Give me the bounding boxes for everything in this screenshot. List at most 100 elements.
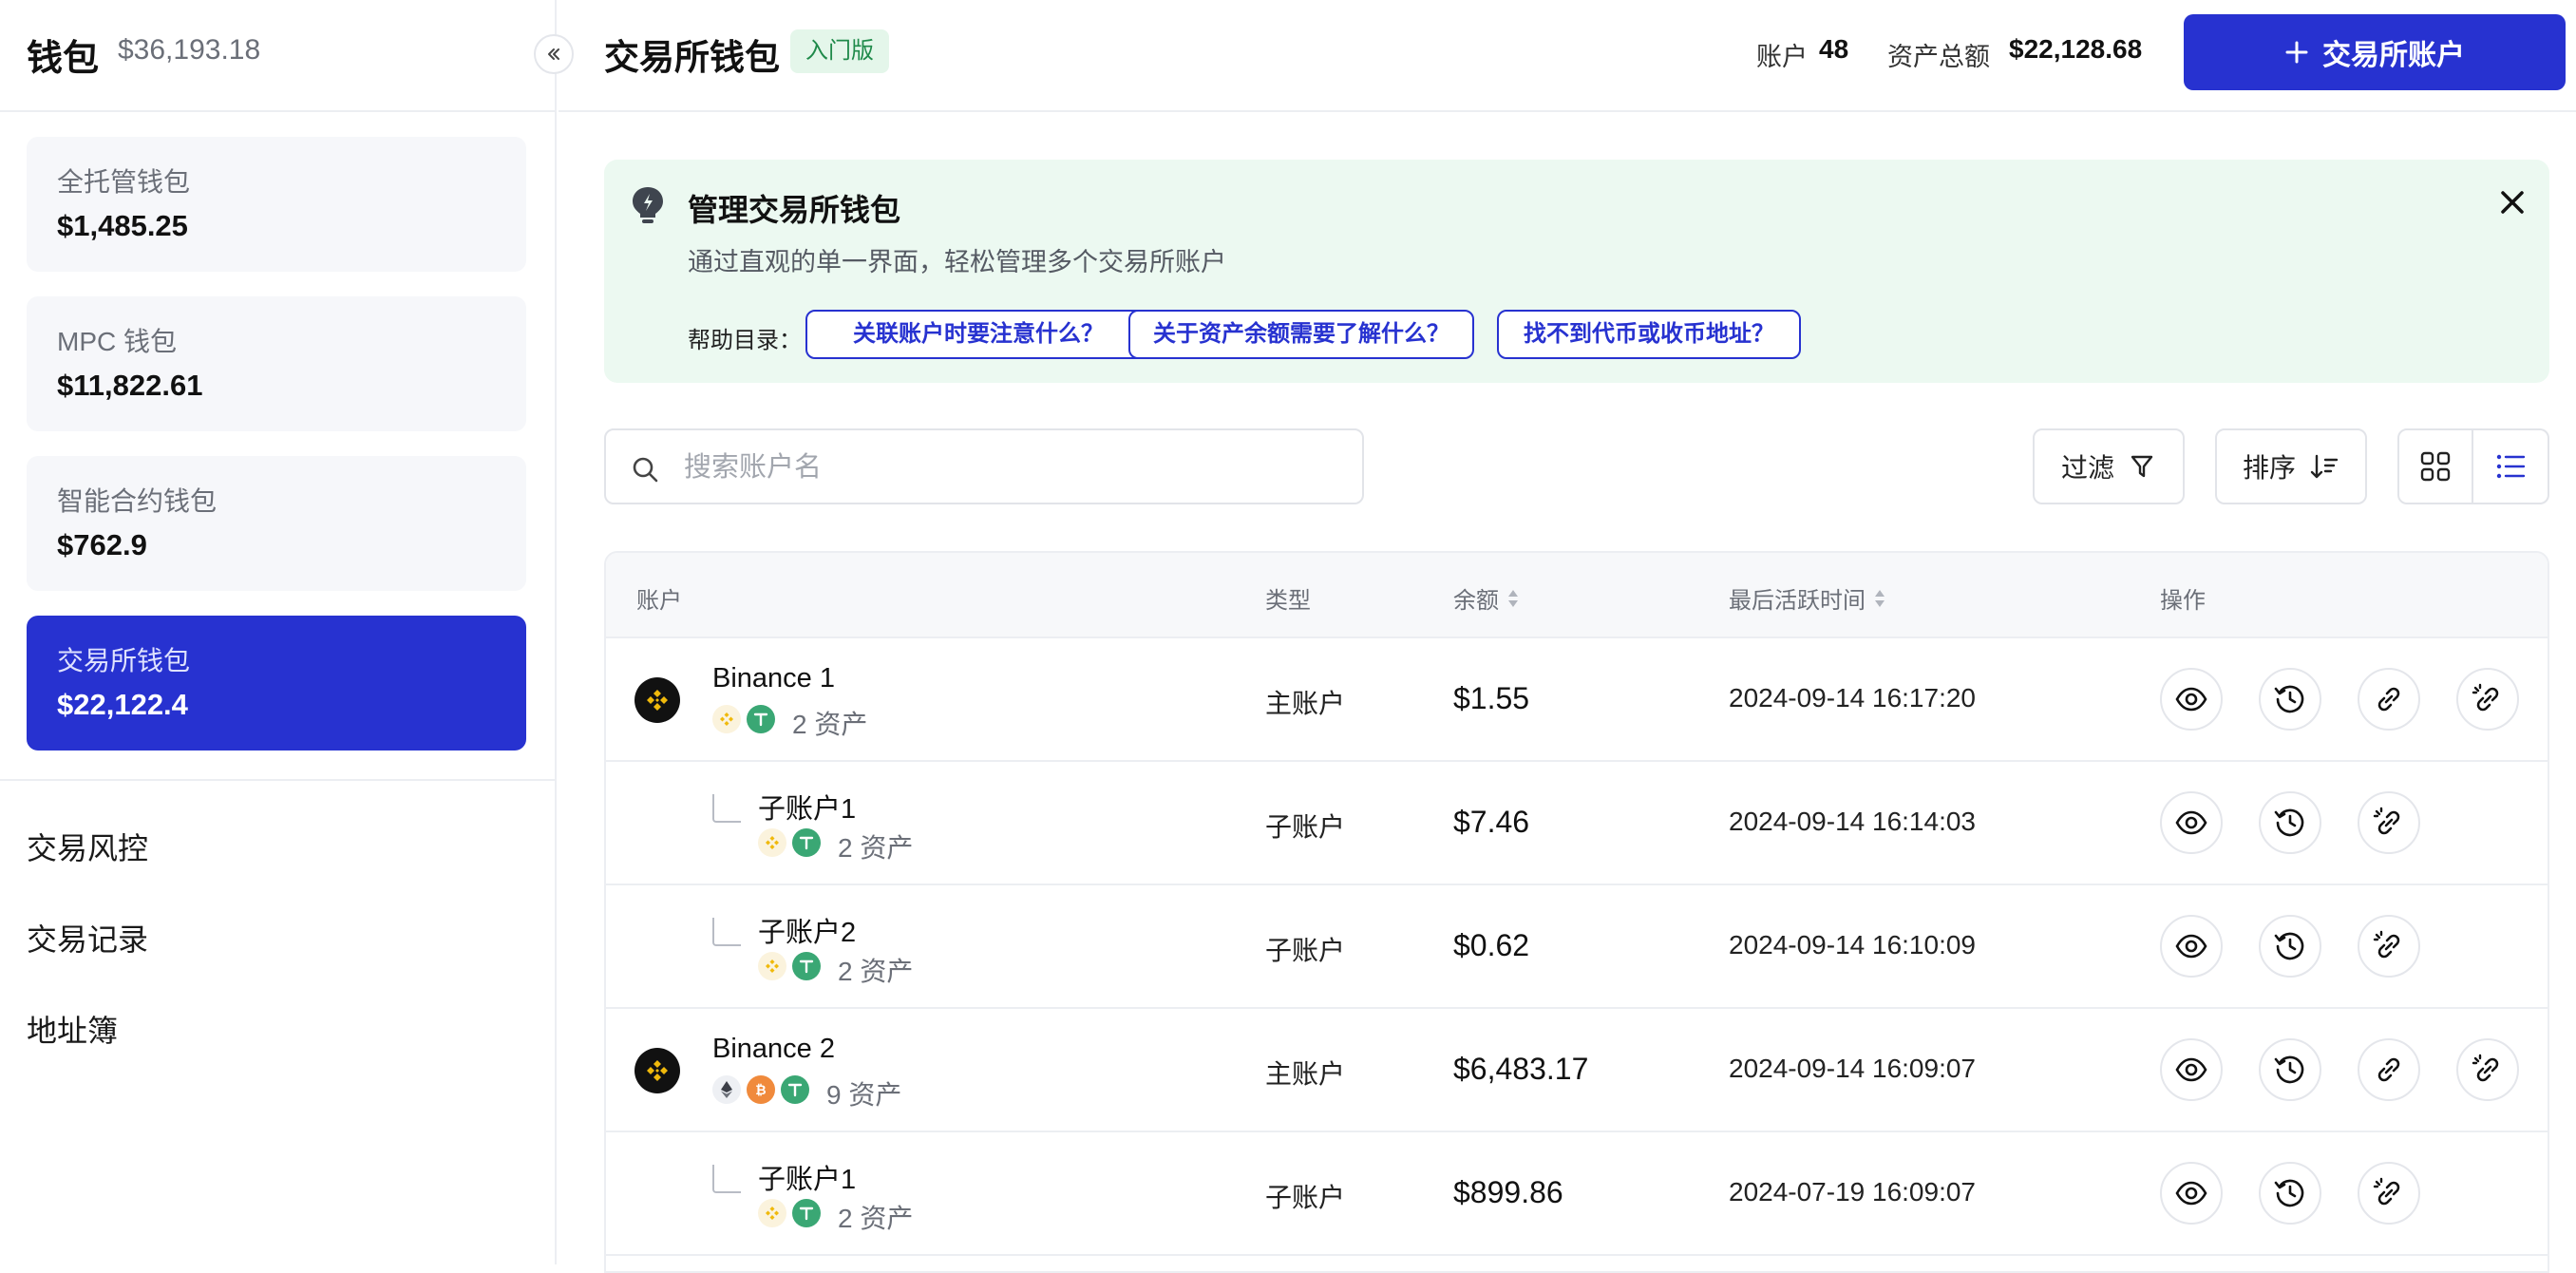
list-view-button[interactable] [2473, 428, 2549, 504]
account-balance: $899.86 [1453, 1175, 1563, 1209]
collapse-sidebar-button[interactable] [534, 34, 574, 74]
history-button[interactable] [2259, 915, 2321, 978]
view-button[interactable] [2160, 668, 2223, 731]
help-link-asset-balance[interactable]: 关于资产余额需要了解什么？ [1128, 310, 1474, 359]
accounts-count-value: 48 [1819, 34, 1849, 64]
tree-branch-line [712, 794, 741, 823]
banner-title: 管理交易所钱包 [688, 193, 901, 227]
last-active-time: 2024-09-14 16:17:20 [1729, 683, 1976, 712]
sort-button[interactable]: 排序 [2215, 428, 2367, 504]
sidebar-item-transactions[interactable]: 交易记录 [27, 916, 148, 960]
eye-icon [2174, 1053, 2208, 1087]
history-icon [2273, 1176, 2307, 1210]
account-name[interactable]: 子账户1 [758, 787, 856, 826]
wallet-card-label: 智能合约钱包 [57, 486, 218, 516]
last-active-time: 2024-09-14 16:09:07 [1729, 1054, 1976, 1083]
wallet-card-custodial[interactable]: 全托管钱包 $1,485.25 [27, 137, 526, 272]
collapse-icon [544, 45, 563, 64]
binance-logo-icon [635, 1048, 680, 1093]
table-row[interactable]: 子账户2 2 资产 子账户 $0.62 2024-09-14 16:10:09 [606, 885, 2548, 1009]
sidebar-item-risk-control[interactable]: 交易风控 [27, 825, 148, 868]
bnb-coin-icon [758, 952, 786, 980]
column-actions: 操作 [2160, 581, 2206, 615]
unlink-button[interactable] [2358, 791, 2420, 854]
link-button[interactable] [2358, 1038, 2420, 1101]
link-icon [2372, 1053, 2406, 1087]
unlink-button[interactable] [2358, 1162, 2420, 1225]
view-button[interactable] [2160, 915, 2223, 978]
history-button[interactable] [2259, 1162, 2321, 1225]
sidebar-header: 钱包 $36,193.18 [0, 0, 555, 112]
total-assets-value: $22,128.68 [2009, 34, 2143, 64]
unlink-button[interactable] [2456, 1038, 2519, 1101]
help-link-token-address[interactable]: 找不到代币或收币地址？ [1497, 310, 1801, 359]
close-icon[interactable] [2498, 188, 2527, 217]
unlink-button[interactable] [2358, 915, 2420, 978]
view-button[interactable] [2160, 791, 2223, 854]
table-row[interactable]: Binance 1 2 资产 主账户 $1.55 2024-09-14 16:17:20 [606, 638, 2548, 762]
view-button[interactable] [2160, 1162, 2223, 1225]
column-type-label: 类型 [1265, 588, 1311, 614]
page-header: 交易所钱包 入门版 账户 48 资产总额 $22,128.68 交易所账户 [559, 0, 2576, 112]
link-button[interactable] [2358, 668, 2420, 731]
filter-button[interactable]: 过滤 [2033, 428, 2185, 504]
account-balance: $1.55 [1453, 681, 1530, 715]
account-name[interactable]: Binance 1 [712, 663, 835, 694]
account-type: 主账户 [1265, 689, 1346, 718]
table-row[interactable]: Binance 2 ₿ 9 资产 主账户 $6,483.17 2024-09-14 16:… [606, 1009, 2548, 1132]
help-link-linking-account[interactable]: 关联账户时要注意什么？ [805, 310, 1151, 359]
plus-icon [2284, 40, 2309, 65]
account-name[interactable]: 子账户2 [758, 910, 856, 950]
sidebar-item-address-book[interactable]: 地址簿 [27, 1007, 118, 1051]
column-balance[interactable]: 余额 [1453, 581, 1520, 615]
bnb-coin-icon [758, 1199, 786, 1227]
history-button[interactable] [2259, 1038, 2321, 1101]
filter-icon [2128, 452, 2156, 481]
usdt-coin-icon [747, 705, 775, 733]
unlink-icon [2372, 806, 2406, 840]
search-box[interactable] [604, 428, 1364, 504]
search-input[interactable] [682, 444, 1328, 491]
usdt-coin-icon [792, 1199, 821, 1227]
table-row[interactable]: 子账户1 2 资产 子账户 $899.86 2024-07-19 16:09:07 [606, 1132, 2548, 1256]
wallet-card-label: 全托管钱包 [57, 167, 191, 197]
grid-view-button[interactable] [2397, 428, 2473, 504]
view-button[interactable] [2160, 1038, 2223, 1101]
edition-badge: 入门版 [790, 29, 889, 73]
add-exchange-account-button[interactable]: 交易所账户 [2184, 14, 2566, 90]
history-icon [2273, 682, 2307, 716]
asset-icons [758, 1199, 821, 1227]
unlink-button[interactable] [2456, 668, 2519, 731]
unlink-icon [2471, 682, 2505, 716]
history-icon [2273, 929, 2307, 963]
wallet-card-smart-contract[interactable]: 智能合约钱包 $762.9 [27, 456, 526, 591]
account-balance: $7.46 [1453, 805, 1530, 839]
account-type: 主账户 [1265, 1059, 1346, 1089]
table-row[interactable]: 子账户1 2 资产 子账户 $7.46 2024-09-14 16:14:03 [606, 762, 2548, 885]
account-type: 子账户 [1265, 936, 1346, 965]
sidebar-divider [0, 779, 557, 781]
account-balance: $0.62 [1453, 928, 1530, 962]
asset-count: 2 资产 [792, 710, 868, 739]
account-name[interactable]: Binance 2 [712, 1034, 835, 1065]
account-type: 子账户 [1265, 812, 1346, 842]
unlink-icon [2372, 1176, 2406, 1210]
asset-icons [712, 705, 775, 733]
table-header: 账户 类型 余额 最后活跃时间 操作 [606, 553, 2548, 638]
account-type: 子账户 [1265, 1183, 1346, 1212]
history-icon [2273, 1053, 2307, 1087]
info-banner: 管理交易所钱包 通过直观的单一界面，轻松管理多个交易所账户 帮助目录： 关联账户… [604, 160, 2549, 383]
column-account: 账户 [636, 581, 682, 615]
history-button[interactable] [2259, 668, 2321, 731]
svg-text:₿: ₿ [755, 1083, 766, 1098]
column-last-active-label: 最后活跃时间 [1729, 588, 1866, 614]
wallet-card-mpc[interactable]: MPC 钱包 $11,822.61 [27, 296, 526, 431]
history-button[interactable] [2259, 791, 2321, 854]
account-name[interactable]: 子账户1 [758, 1157, 856, 1197]
wallet-card-exchange[interactable]: 交易所钱包 $22,122.4 [27, 616, 526, 750]
link-icon [2372, 682, 2406, 716]
btc-coin-icon: ₿ [747, 1075, 775, 1104]
help-directory-label: 帮助目录： [688, 328, 802, 353]
accounts-table: 账户 类型 余额 最后活跃时间 操作 Binance 12 资产 主账户 $1.55… [604, 551, 2549, 1273]
column-last-active[interactable]: 最后活跃时间 [1729, 581, 1886, 615]
